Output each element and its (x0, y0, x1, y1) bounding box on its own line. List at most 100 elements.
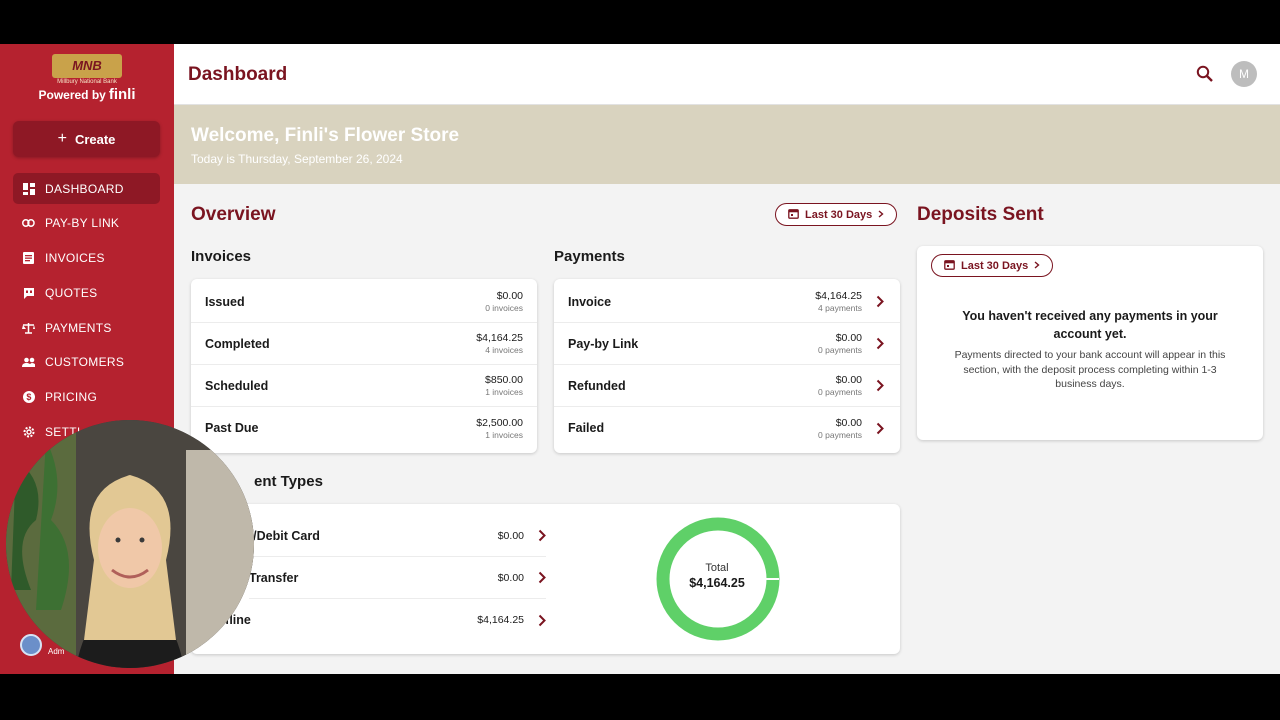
document-icon (22, 252, 35, 265)
row-label: Invoice (568, 294, 612, 309)
bank-logo[interactable]: MNB Millbury National Bank (0, 54, 174, 85)
deposits-card: Last 30 Days You haven't received any pa… (917, 246, 1263, 440)
powered-by-label: Powered by (38, 88, 106, 102)
logo-subtitle: Millbury National Bank (57, 79, 117, 85)
plus-icon: + (57, 130, 67, 147)
sidebar-item-payments[interactable]: PAYMENTS (13, 312, 160, 343)
row-amount: $0.00 (497, 571, 524, 584)
invoice-row-completed[interactable]: Completed $4,164.25 4 invoices (191, 323, 537, 365)
presenter-video-frame (6, 420, 254, 668)
payments-title: Payments (554, 248, 625, 265)
row-label: t/Debit Card (249, 528, 320, 543)
payment-row-pay-by-link[interactable]: Pay-by Link $0.00 0 payments (554, 323, 900, 365)
sidebar-item-invoices[interactable]: INVOICES (13, 243, 160, 274)
app-frame: MNB Millbury National Bank Powered by fin… (0, 44, 1280, 674)
date-range-label: Last 30 Days (805, 208, 873, 221)
sidebar-item-label: INVOICES (45, 251, 105, 266)
empty-state-body: Payments directed to your bank account w… (954, 349, 1226, 390)
sidebar-item-label: DASHBOARD (45, 181, 124, 196)
sidebar-nav: DASHBOARD PAY-BY LINK INVOICES QUOTES PA… (13, 173, 160, 451)
row-label: ffline (221, 613, 251, 627)
gear-icon (22, 426, 35, 439)
overview-title: Overview (191, 204, 276, 225)
overview-date-range[interactable]: Last 30 Days (775, 203, 898, 226)
row-label: Transfer (249, 570, 299, 585)
grid-icon (22, 182, 35, 195)
row-amount: $4,164.25 (477, 614, 524, 626)
chevron-right-icon (876, 337, 886, 350)
payment-row-refunded[interactable]: Refunded $0.00 0 payments (554, 365, 900, 407)
sidebar-item-label: PAYMENTS (45, 320, 112, 335)
welcome-title: Welcome, Finli's Flower Store (191, 125, 460, 146)
row-amount: $4,164.25 (476, 332, 523, 344)
sidebar-item-quotes[interactable]: QUOTES (13, 277, 160, 308)
search-icon[interactable] (1196, 65, 1213, 87)
row-amount: $4,164.25 (815, 290, 862, 302)
row-amount: $0.00 (835, 332, 862, 344)
calendar-icon (788, 208, 799, 222)
create-button[interactable]: + Create (13, 121, 160, 157)
scale-icon (22, 321, 35, 334)
sidebar-item-label: CUSTOMERS (45, 355, 125, 370)
row-label: Refunded (568, 378, 626, 393)
row-label: Pay-by Link (568, 336, 639, 351)
presenter-webcam (6, 420, 254, 668)
invoice-row-scheduled[interactable]: Scheduled $850.00 1 invoices (191, 365, 537, 407)
invoice-row-past-due[interactable]: Past Due $2,500.00 1 invoices (191, 407, 537, 449)
row-count: 4 payments (818, 303, 862, 313)
row-count: 1 invoices (485, 429, 523, 440)
donut-center: Total $4,164.25 (652, 562, 782, 590)
date-range-label: Last 30 Days (961, 259, 1029, 272)
people-icon (22, 356, 35, 369)
chevron-right-icon (876, 295, 886, 308)
chevron-right-icon (538, 614, 546, 627)
payment-types-title: ent Types (254, 473, 323, 490)
sidebar-item-customers[interactable]: CUSTOMERS (13, 347, 160, 378)
quote-icon (22, 286, 35, 299)
row-amount: $2,500.00 (476, 416, 523, 429)
calendar-icon (944, 259, 955, 273)
payment-type-row-offline[interactable]: ffline $4,164.25 (221, 599, 546, 641)
row-amount: $0.00 (835, 374, 862, 386)
page-title: Dashboard (188, 64, 288, 85)
row-amount: $0.00 (497, 529, 524, 542)
chevron-right-icon (878, 209, 884, 221)
sidebar-item-dashboard[interactable]: DASHBOARD (13, 173, 160, 204)
row-count: 0 payments (818, 387, 862, 397)
payment-type-row-transfer[interactable]: Transfer $0.00 (249, 557, 546, 599)
chevron-right-icon (538, 571, 546, 584)
chevron-right-icon (876, 422, 886, 435)
user-avatar (20, 634, 42, 656)
donut-total-value: $4,164.25 (689, 576, 745, 590)
sidebar-item-pay-by-link[interactable]: PAY-BY LINK (13, 208, 160, 239)
chevron-right-icon (876, 379, 886, 392)
payment-row-invoice[interactable]: Invoice $4,164.25 4 payments (554, 281, 900, 323)
welcome-date: Today is Thursday, September 26, 2024 (191, 152, 403, 166)
link-icon (22, 217, 35, 230)
avatar[interactable]: M (1231, 61, 1257, 87)
logo-mark: MNB (52, 54, 122, 78)
powered-by: Powered by finli (0, 86, 174, 103)
row-label: Failed (568, 421, 605, 435)
invoices-card: Issued $0.00 0 invoices Completed $4,164.… (191, 279, 537, 453)
payment-type-row-card[interactable]: t/Debit Card $0.00 (249, 515, 546, 557)
donut-total-label: Total (705, 562, 729, 574)
powered-brand: finli (108, 86, 136, 103)
invoices-title: Invoices (191, 248, 252, 265)
row-amount: $0.00 (835, 416, 862, 429)
row-amount: $850.00 (485, 374, 523, 386)
row-label: Issued (205, 294, 245, 309)
chevron-right-icon (1034, 260, 1040, 272)
sidebar-item-pricing[interactable]: $ PRICING (13, 382, 160, 413)
sidebar-item-label: PRICING (45, 390, 98, 405)
row-count: 0 payments (818, 345, 862, 355)
payment-row-failed[interactable]: Failed $0.00 0 payments (554, 407, 900, 449)
chevron-right-icon (538, 529, 546, 542)
row-label: Past Due (205, 421, 259, 435)
deposits-date-range[interactable]: Last 30 Days (931, 254, 1054, 277)
row-count: 1 invoices (485, 387, 523, 397)
create-label: Create (74, 131, 116, 147)
deposits-title: Deposits Sent (917, 204, 1044, 225)
payments-card: Invoice $4,164.25 4 payments Pay-by Link … (554, 279, 900, 453)
invoice-row-issued[interactable]: Issued $0.00 0 invoices (191, 281, 537, 323)
